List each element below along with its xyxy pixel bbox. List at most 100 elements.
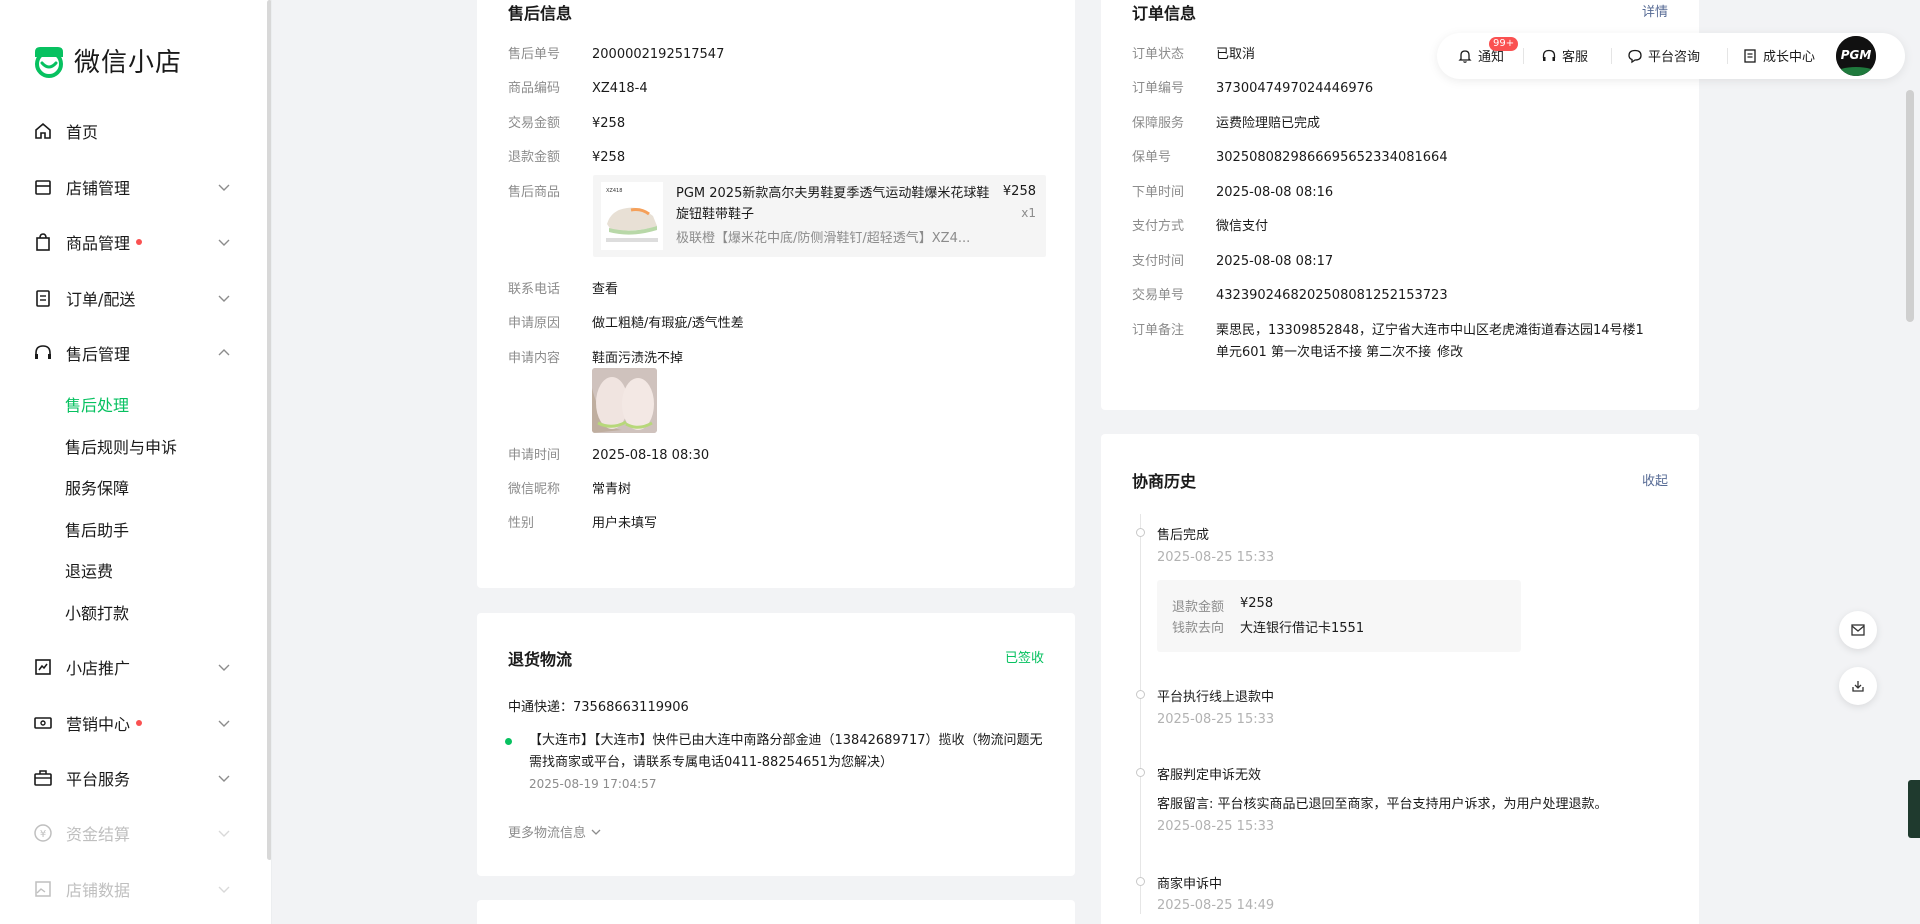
sidebar-item-data[interactable]: 店铺数据 [32,875,232,903]
row-value: 2025-08-08 08:17 [1216,254,1334,269]
chevron-down-icon [218,830,230,837]
chevron-down-icon [218,295,230,302]
sidebar-subitem-after-sale-handling[interactable]: 售后处理 [65,392,129,416]
row-value: 2000002192517547 [592,47,725,62]
bag-icon [32,231,54,253]
sidebar-item-label: 售后管理 [66,345,131,364]
info-row: 售后商品 [508,183,592,203]
sidebar-item-orders[interactable]: 订单/配送 [32,284,232,312]
timeline-dot [1136,528,1145,537]
row-value: 4323902468202508081252153723 [1216,288,1448,303]
mail-icon [1851,624,1865,636]
row-label: 退款金额 [508,150,561,165]
platform-consult-button[interactable]: 平台咨询 [1627,46,1700,65]
notifications-button[interactable]: 通知 99+ [1457,37,1519,65]
shop-logo-icon [32,44,66,78]
service-note: 客服留言: 平台核实商品已退回至商家，平台支持用户诉求，为用户处理退款。 [1157,797,1608,812]
sidebar-item-settlement[interactable]: ¥ 资金结算 [32,819,232,847]
product-spec: 极联橙【爆米花中底/防侧滑鞋钉/超轻透气】XZ4... [676,231,971,246]
info-row: 商品编码 XZ418-4 [508,79,648,99]
sidebar-item-products[interactable]: 商品管理 [32,228,232,256]
info-row: 联系电话 查看 [508,280,618,300]
timeline-line [1140,514,1141,914]
product-card[interactable]: XZ418 PGM 2025新款高尔夫男鞋夏季透气运动鞋爆米花球鞋旋钮鞋带鞋子 … [593,175,1046,257]
row-value: 30250808298666956523340816​64 [1216,150,1448,165]
sidebar-subitem-return-shipping[interactable]: 退运费 [65,558,113,582]
sidebar-item-label: 首页 [66,123,99,142]
trend-icon [32,656,54,678]
timeline-dot [1136,877,1145,886]
bell-icon [1458,49,1472,63]
sidebar-item-label: 营销中心 [66,715,131,734]
toolbar-divider [1611,48,1612,64]
svg-text:XZ418: XZ418 [606,188,622,194]
timeline-dot [1136,768,1145,777]
sidebar-subitem-assistant[interactable]: 售后助手 [65,517,129,541]
order-detail-link[interactable]: 详情 [1642,1,1668,20]
logistics-event-time: 2025-08-19 17:04:57 [529,777,657,791]
sidebar-scrollbar[interactable] [267,0,271,860]
sidebar-item-after-sales[interactable]: 售后管理 [32,339,232,367]
sidebar-item-home[interactable]: 首页 [32,117,232,145]
sidebar-subitem-rules-appeals[interactable]: 售后规则与申诉 [65,434,177,458]
more-logistics-link[interactable]: 更多物流信息 [508,822,603,841]
evidence-photo[interactable] [592,368,657,433]
sidebar-item-marketing[interactable]: 营销中心 [32,709,232,737]
history-event-title: 客服判定申诉无效 [1157,768,1262,783]
row-label: 订单状态 [1132,47,1185,62]
history-event-title: 商家申诉中 [1157,877,1223,892]
product-title[interactable]: PGM 2025新款高尔夫男鞋夏季透气运动鞋爆米花球鞋旋钮鞋带鞋子 [676,183,996,225]
row-label: 保障服务 [1132,116,1185,131]
ticket-icon [32,712,54,734]
sidebar-item-label: 小店推广 [66,659,131,678]
row-label: 申请时间 [508,448,561,463]
refund-amount-value: ¥258 [1240,596,1274,611]
growth-center-button[interactable]: 成长中心 [1742,46,1815,65]
main-scrollbar[interactable] [1906,90,1914,322]
row-label: 支付时间 [1132,254,1185,269]
sidebar-item-platform-services[interactable]: 平台服务 [32,764,232,792]
sidebar-subitem-small-payment[interactable]: 小额打款 [65,600,129,624]
chevron-down-icon [218,664,230,671]
info-row: 单元601 第一次电话不接 第二次不接 修改 [1216,343,1463,363]
view-phone-link[interactable]: 查看 [592,280,618,300]
toolbar-divider [1523,48,1524,64]
row-label: 支付方式 [1132,219,1185,234]
sidebar: 微信小店 首页 店铺管理 商品管理 订单/配送 售后管理 售后处理 售后规则与申… [0,0,272,924]
info-row: 订单状态 已取消 [1132,45,1255,65]
product-price: ¥258 [1002,184,1036,199]
row-value: XZ418-4 [592,81,648,96]
feedback-button[interactable] [1839,611,1877,649]
avatar[interactable]: PGM [1836,36,1876,76]
row-label: 交易单号 [1132,288,1185,303]
chevron-down-icon [218,720,230,727]
next-card [477,900,1075,924]
logistics-tracking-number: 中通快递：73568663119906 [508,700,689,715]
growth-center-label: 成长中心 [1763,50,1816,65]
info-row: 退款金额 ¥258 [508,148,625,168]
sidebar-item-promotion[interactable]: 小店推广 [32,653,232,681]
store-icon [32,176,54,198]
refund-destination-label: 钱款去向 [1172,621,1225,636]
collapse-history-link[interactable]: 收起 [1642,470,1668,489]
sidebar-item-store[interactable]: 店铺管理 [32,173,232,201]
toolbar-divider [1727,48,1728,64]
row-value: 做工粗糙/有瑕疵/透气性差 [592,316,744,331]
sidebar-subitem-service-guarantee[interactable]: 服务保障 [65,475,129,499]
edit-remark-link[interactable]: 修改 [1437,343,1463,363]
row-label: 保单号 [1132,150,1172,165]
clipboard-icon [32,287,54,309]
row-label: 售后单号 [508,47,561,62]
row-value: 用户未填写 [592,516,658,531]
side-panel-tab[interactable] [1908,780,1920,838]
row-label: 下单时间 [1132,185,1185,200]
row-label: 售后商品 [508,185,561,200]
brand-logo[interactable]: 微信小店 [32,42,182,79]
row-label: 微信昵称 [508,482,561,497]
row-label: 联系电话 [508,282,561,297]
row-label: 订单编号 [1132,81,1185,96]
order-remark-line: 单元601 第一次电话不接 第二次不接 [1216,345,1432,360]
customer-service-button[interactable]: 客服 [1541,46,1588,65]
download-button[interactable] [1839,667,1877,705]
top-toolbar: 通知 99+ 客服 平台咨询 成长中心 [1437,33,1905,79]
